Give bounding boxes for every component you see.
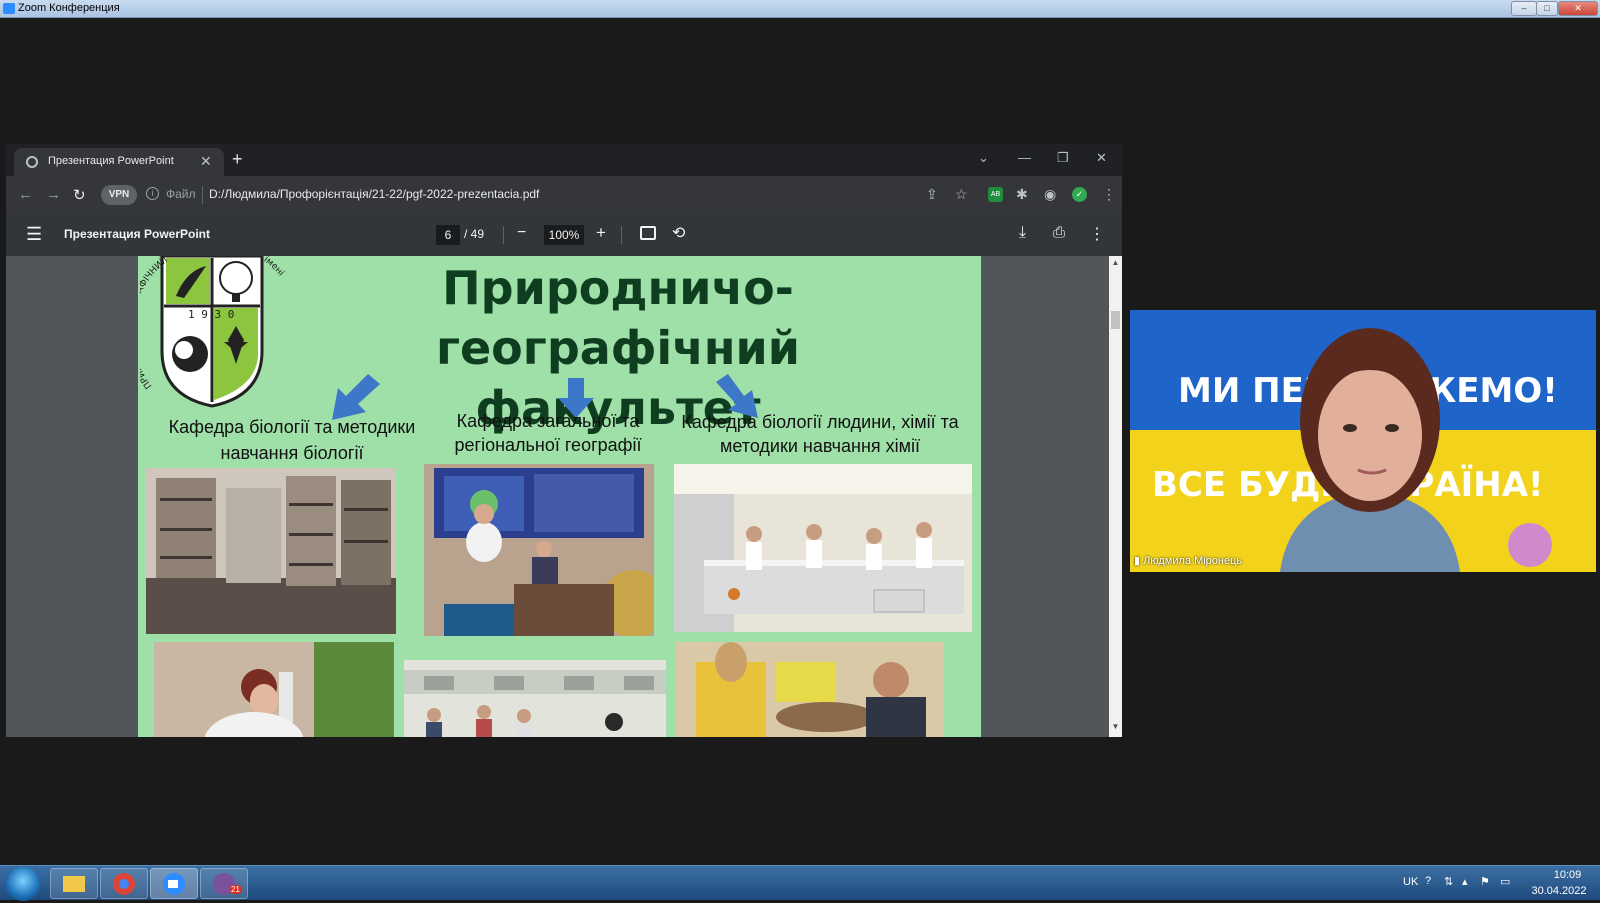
browser-window: Презентация PowerPoint ✕ + ⌄ — ❐ ✕ ← → ↻… (6, 144, 1122, 737)
window-minimize-button[interactable]: — (1018, 150, 1031, 165)
photo-biology-museum (146, 468, 396, 634)
vpn-badge[interactable]: VPN (101, 185, 137, 205)
taskbar-chrome[interactable] (100, 868, 148, 899)
bookmark-star-icon[interactable]: ☆ (955, 186, 968, 203)
minimize-button[interactable]: – (1511, 1, 1537, 16)
department-geography: Кафедра загальної та регіональної геогра… (454, 411, 642, 455)
pdf-document-title: Презентация PowerPoint (64, 227, 211, 241)
page-total: / 49 (464, 227, 485, 241)
shield-check-icon[interactable]: ✓ (1072, 187, 1087, 202)
scrollbar-thumb[interactable] (1111, 311, 1120, 329)
flag-icon[interactable]: ⚑ (1480, 875, 1490, 888)
photo-chemistry-lab (674, 464, 972, 632)
department-biology: Кафедра біології та методики навчання бі… (168, 417, 416, 463)
rotate-icon[interactable]: ⟲ (672, 223, 685, 243)
tab-presentation[interactable]: Презентация PowerPoint ✕ (14, 148, 224, 176)
tab-title: Презентация PowerPoint (48, 155, 174, 167)
scroll-down-icon[interactable]: ▼ (1109, 722, 1122, 731)
help-icon[interactable]: ? (1425, 875, 1431, 887)
photo-students-workshop (676, 642, 944, 737)
participant-video[interactable]: МИ ПЕРЕМОЖЕМО! ВСЕ БУДЕ УКРАЇНА! ▮ Людми… (1130, 310, 1596, 572)
close-button[interactable]: ✕ (1558, 1, 1598, 16)
menu-icon[interactable]: ☰ (26, 224, 42, 245)
slide-title-line1: Природничо-географічний (435, 261, 801, 375)
emblem-year: 1 9 3 0 (188, 308, 234, 321)
window-restore-button[interactable]: ❐ (1057, 150, 1069, 166)
video-frame: МИ ПЕРЕМОЖЕМО! ВСЕ БУДЕ УКРАЇНА! (1130, 310, 1596, 572)
forward-icon[interactable]: → (46, 186, 61, 203)
page-number-input[interactable]: 6 (436, 225, 460, 245)
zoom-in-icon[interactable]: + (596, 223, 606, 243)
photo-museum-visitors (404, 660, 666, 737)
fit-to-page-icon[interactable] (640, 226, 656, 240)
address-separator (202, 186, 203, 204)
globe-icon (26, 156, 38, 168)
faculty-emblem: 1 9 3 0 ПРИРОДНИЧО-ГЕОГРАФІЧНИЙ ФАКУЛЬТЕ… (140, 256, 285, 408)
zoom-titlebar: Zoom Конференция – □ ✕ (0, 0, 1600, 18)
scroll-up-icon[interactable]: ▲ (1109, 258, 1122, 267)
tab-search-icon[interactable]: ⌄ (978, 150, 989, 166)
signal-bars-icon: ▮ (1134, 555, 1141, 567)
start-button[interactable] (6, 867, 40, 901)
photo-geography-class (424, 464, 654, 636)
print-icon[interactable]: ⎙ (1053, 224, 1065, 241)
zoom-out-icon[interactable]: − (517, 224, 526, 242)
back-icon[interactable]: ← (18, 186, 33, 203)
window-close-button[interactable]: ✕ (1096, 150, 1107, 166)
pdf-page-slide: 1 9 3 0 ПРИРОДНИЧО-ГЕОГРАФІЧНИЙ ФАКУЛЬТЕ… (138, 256, 981, 737)
share-icon[interactable]: ⇪ (926, 186, 938, 203)
maximize-button[interactable]: □ (1536, 1, 1558, 16)
participant-name-label: ▮ Людмила Міронець (1134, 555, 1243, 567)
more-actions-icon[interactable]: ⋮ (1089, 224, 1105, 244)
extensions-puzzle-icon[interactable]: ✱ (1016, 186, 1028, 203)
toolbar-separator (621, 226, 622, 244)
file-scheme-label: Файл (166, 187, 196, 201)
pdf-toolbar: ☰ Презентация PowerPoint 6 / 49 − 100% +… (6, 214, 1122, 256)
vertical-scrollbar[interactable]: ▲ ▼ (1109, 256, 1122, 737)
taskbar-viber[interactable]: 21 (200, 868, 248, 899)
taskbar-explorer[interactable] (50, 868, 98, 899)
pdf-viewer[interactable]: 1 9 3 0 ПРИРОДНИЧО-ГЕОГРАФІЧНИЙ ФАКУЛЬТЕ… (6, 256, 1122, 737)
department-human-biology-chemistry: Кафедра біології людини, хімії та методи… (681, 412, 959, 456)
folder-icon (63, 876, 85, 892)
chrome-menu-icon[interactable]: ⋮ (1102, 186, 1116, 203)
zoom-window-title: Zoom Конференция (18, 2, 120, 14)
new-tab-button[interactable]: + (232, 149, 243, 170)
zoom-app-icon (3, 3, 15, 14)
sync-icon[interactable]: ⇅ (1444, 875, 1453, 888)
viber-badge: 21 (229, 885, 242, 894)
clock-time[interactable]: 10:09 (1540, 869, 1595, 881)
network-icon[interactable]: ▭ (1500, 875, 1510, 888)
taskbar-zoom[interactable] (150, 868, 198, 899)
reload-icon[interactable]: ↻ (73, 186, 86, 204)
photo-microscope (154, 642, 394, 737)
adblock-extension-icon[interactable]: AB (988, 187, 1003, 202)
taskbar: 21 UK ? ⇅ ▴ ⚑ ▭ 10:09 30.04.2022 (0, 865, 1600, 901)
tab-close-icon[interactable]: ✕ (200, 153, 212, 170)
tray-expand-icon[interactable]: ▴ (1462, 875, 1468, 888)
download-icon[interactable]: ⤓ (1019, 224, 1026, 242)
tab-bar: Презентация PowerPoint ✕ + ⌄ — ❐ ✕ (6, 144, 1122, 176)
info-icon[interactable]: i (146, 187, 159, 200)
profile-icon[interactable]: ◉ (1044, 186, 1056, 203)
address-bar: ← → ↻ VPN i Файл D:/Людмила/Профорієнтац… (6, 176, 1122, 214)
toolbar-separator (503, 226, 504, 244)
clock-date[interactable]: 30.04.2022 (1524, 885, 1594, 897)
zoom-level-input[interactable]: 100% (544, 225, 584, 245)
url-field[interactable]: D:/Людмила/Профорієнтація/21-22/pgf-2022… (209, 187, 539, 201)
language-indicator[interactable]: UK (1403, 876, 1418, 888)
